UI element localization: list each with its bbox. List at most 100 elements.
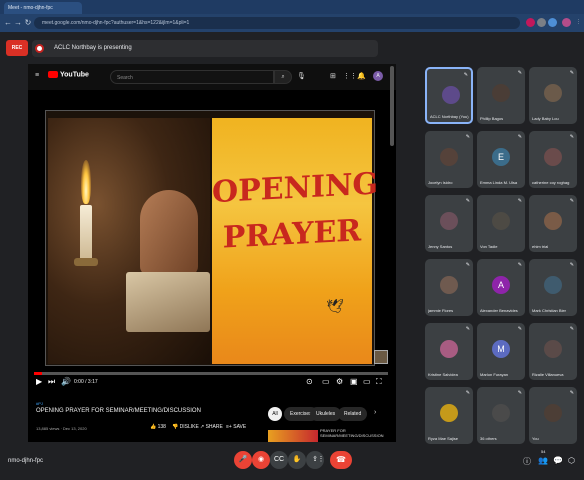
autoplay-toggle[interactable]: ⊙ [306, 377, 313, 386]
participant-tile[interactable]: ✎ Phillip Bagos [477, 67, 525, 124]
camera-off-icon[interactable]: ◉ [252, 451, 270, 469]
scrollbar[interactable] [390, 66, 394, 146]
fullscreen-icon[interactable]: ⛶ [376, 377, 382, 387]
mic-muted-icon: ✎ [465, 262, 470, 268]
video-hashtag[interactable]: #PJ [36, 401, 43, 406]
participant-name: Von Tadle [480, 244, 498, 249]
candle-flame-icon [81, 160, 91, 204]
end-call-button[interactable]: ☎ [330, 451, 352, 469]
participant-tile[interactable]: ✎ 36 others [477, 387, 525, 444]
mic-muted-icon: ✎ [517, 198, 522, 204]
back-button[interactable]: ← [3, 17, 13, 29]
participant-avatar [544, 340, 562, 358]
mic-muted-icon: ✎ [569, 198, 574, 204]
video-title: OPENING PRAYER FOR SEMINAR/MEETING/DISCU… [36, 408, 201, 414]
recommended-thumbnail[interactable] [268, 430, 318, 442]
info-icon[interactable]: ⓘ [523, 456, 531, 467]
share-button[interactable]: ↗ SHARE [200, 424, 223, 430]
reload-button[interactable]: ↻ [23, 17, 33, 29]
recommended-title[interactable]: PRAYER FOR SEMINAR/MEETING/DISCUSSION [320, 428, 384, 438]
youtube-account-avatar[interactable]: A [373, 71, 383, 81]
more-options-icon[interactable]: ⋮ [312, 451, 330, 469]
mic-muted-icon: ✎ [465, 198, 470, 204]
participant-tile[interactable]: ✎ You [529, 387, 577, 444]
participant-tile[interactable]: ✎ Ryza Mae Sajise [425, 387, 473, 444]
participant-name: Marlon Furayan [480, 372, 509, 377]
participant-name: You [532, 436, 539, 441]
youtube-brand: YouTube [60, 71, 89, 79]
participant-tile[interactable]: ✎ Rizalie Villanueva [529, 323, 577, 380]
subtitles-icon[interactable]: ▭ [322, 377, 330, 386]
participant-tile[interactable]: ✎ Jenny Santos [425, 195, 473, 252]
chip-related[interactable]: Related [338, 407, 368, 421]
video-meta: 13,885 views · Dec 13, 2020 [36, 426, 87, 431]
participant-avatar [492, 404, 510, 422]
extension-icon[interactable] [548, 18, 557, 27]
participant-avatar [492, 212, 510, 230]
participant-avatar [440, 276, 458, 294]
like-button[interactable]: 👍 138 [150, 424, 166, 430]
youtube-play-icon [48, 71, 58, 78]
save-button[interactable]: ≡+ SAVE [226, 424, 246, 430]
notifications-bell-icon[interactable]: 🔔 [357, 72, 366, 80]
participant-tile[interactable]: ✎ Kristine Salvidea [425, 323, 473, 380]
participant-tile[interactable]: E ✎ Emma Linda M. Ulsa [477, 131, 525, 188]
next-video-icon[interactable]: ⏭ [48, 377, 55, 387]
mic-muted-icon: ✎ [517, 390, 522, 396]
participant-tile[interactable]: ✎ Jocelyn Isidro [425, 131, 473, 188]
mic-muted-icon: ✎ [517, 134, 522, 140]
profile-avatar[interactable] [562, 18, 571, 27]
participant-name: Alexander Benavides [480, 308, 518, 313]
participant-tile[interactable]: ✎ ACLC Northbay (You) [425, 67, 473, 124]
extension-icon[interactable] [537, 18, 546, 27]
youtube-search-input[interactable]: Search [110, 70, 274, 84]
participant-tile[interactable]: ✎ Lady Baby Lou [529, 67, 577, 124]
participant-avatar [544, 276, 562, 294]
activities-icon[interactable]: ⬡ [568, 456, 575, 465]
theater-mode-icon[interactable]: ▭ [363, 377, 371, 386]
presenting-text: ACLC Northbay is presenting [54, 45, 132, 51]
hamburger-menu-icon[interactable]: ≡ [35, 72, 39, 79]
chevron-right-icon[interactable]: › [374, 409, 376, 416]
volume-icon[interactable]: 🔊 [61, 377, 71, 386]
play-icon[interactable]: ▶ [36, 377, 42, 386]
mic-muted-icon: ✎ [465, 390, 470, 396]
participant-avatar: A [492, 276, 510, 294]
participant-tile[interactable]: ✎ catherine coy roghag [529, 131, 577, 188]
mic-off-icon[interactable]: 🎤 [234, 451, 252, 469]
chip-all[interactable]: All [268, 407, 282, 421]
mic-muted-icon: ✎ [517, 70, 522, 76]
youtube-logo[interactable]: YouTube [48, 71, 89, 78]
participant-name: Kristine Salvidea [428, 372, 458, 377]
dislike-button[interactable]: 👎 DISLIKE [172, 424, 199, 430]
raise-hand-icon[interactable]: ✋ [288, 451, 306, 469]
miniplayer-icon[interactable]: ▣ [350, 377, 358, 386]
video-progress-bar[interactable] [34, 372, 388, 375]
participant-tile[interactable]: A ✎ Alexander Benavides [477, 259, 525, 316]
settings-gear-icon[interactable]: ⚙ [336, 377, 343, 386]
participant-tile[interactable]: ✎ Von Tadle [477, 195, 525, 252]
people-icon[interactable]: 👥 [538, 456, 548, 465]
microphone-icon[interactable]: 🎙 [297, 72, 306, 80]
browser-menu-icon[interactable]: ⋮ [574, 18, 583, 27]
participant-tile[interactable]: M ✎ Marlon Furayan [477, 323, 525, 380]
participant-tile[interactable]: ✎ jammie Flores [425, 259, 473, 316]
channel-watermark[interactable] [374, 350, 388, 364]
meeting-code: nmo-djhn-fpc [8, 458, 44, 464]
participant-tile[interactable]: ✎ ehim trial [529, 195, 577, 252]
mic-muted-icon: ✎ [569, 262, 574, 268]
search-icon[interactable]: ⌕ [274, 70, 292, 84]
extension-icon[interactable] [526, 18, 535, 27]
create-video-icon[interactable]: ⊞ [330, 72, 336, 80]
mic-muted-icon: ✎ [465, 326, 470, 332]
forward-button[interactable]: → [13, 17, 23, 29]
participant-tile[interactable]: ✎ Mark Christian Bier [529, 259, 577, 316]
chip-ukuleles[interactable]: Ukuleles [310, 407, 342, 421]
browser-tab[interactable]: Meet - nmo-djhn-fpc [4, 2, 82, 14]
thumbs-up-icon: 👍 [150, 424, 157, 430]
captions-icon[interactable]: CC [270, 451, 288, 469]
apps-grid-icon[interactable]: ⋮⋮ [343, 72, 357, 80]
address-bar[interactable]: meet.google.com/nmo-djhn-fpc?authuser=1&… [34, 17, 520, 29]
mic-muted-icon: ✎ [569, 390, 574, 396]
chat-icon[interactable]: 💬 [553, 456, 563, 465]
